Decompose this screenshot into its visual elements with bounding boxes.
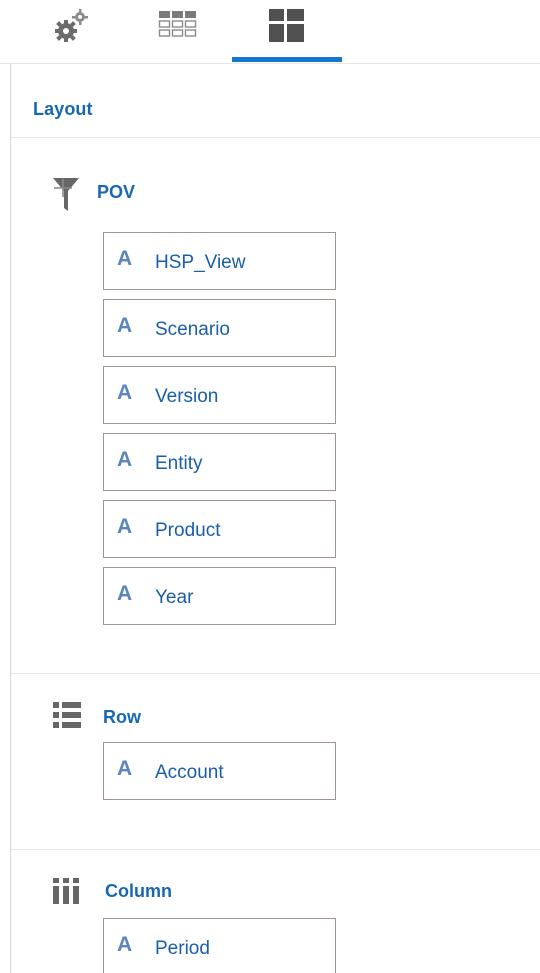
section-header-row: Row xyxy=(53,700,233,730)
dimension-label: Entity xyxy=(155,453,203,474)
selected-tab-indicator xyxy=(232,57,342,62)
dimension-label: Account xyxy=(155,762,224,783)
panel-left-border xyxy=(10,64,11,973)
pov-item-year[interactable]: A Year xyxy=(103,567,336,625)
section-header-column: Column xyxy=(53,874,253,904)
dimension-icon: A xyxy=(117,582,133,605)
column-item-period[interactable]: A Period xyxy=(103,918,336,973)
dimension-icon: A xyxy=(117,314,133,337)
divider xyxy=(11,673,540,674)
layout-panel: Layout POV A HSP_View A Scenario A Versi… xyxy=(0,0,540,973)
grid-icon xyxy=(158,11,197,37)
dimension-icon: A xyxy=(117,247,133,270)
pov-item-entity[interactable]: A Entity xyxy=(103,433,336,491)
pov-item-scenario[interactable]: A Scenario xyxy=(103,299,336,357)
dimension-label: Period xyxy=(155,938,210,959)
list-icon xyxy=(53,702,81,728)
tab-bar xyxy=(0,0,540,64)
dimension-label: Product xyxy=(155,520,221,541)
tab-settings[interactable] xyxy=(8,0,118,64)
tab-grid[interactable] xyxy=(126,0,236,64)
layout-icon xyxy=(269,9,304,42)
tab-layout[interactable] xyxy=(232,0,342,64)
dimension-icon: A xyxy=(117,381,133,404)
columns-icon xyxy=(53,878,79,904)
pov-item-product[interactable]: A Product xyxy=(103,500,336,558)
divider xyxy=(11,137,540,138)
dimension-icon: A xyxy=(117,515,133,538)
dimension-label: Version xyxy=(155,386,219,407)
pov-item-version[interactable]: A Version xyxy=(103,366,336,424)
gears-icon xyxy=(55,9,88,42)
section-label-row: Row xyxy=(103,707,141,727)
page-title: Layout xyxy=(33,99,93,119)
divider xyxy=(11,849,540,850)
dimension-icon: A xyxy=(117,448,133,471)
dimension-icon: A xyxy=(117,757,133,780)
section-header-pov: POV xyxy=(53,176,233,211)
row-item-account[interactable]: A Account xyxy=(103,742,336,800)
dimension-label: HSP_View xyxy=(155,252,246,273)
pov-item-hsp-view[interactable]: A HSP_View xyxy=(103,232,336,290)
section-label-column: Column xyxy=(105,881,172,901)
dimension-label: Year xyxy=(155,587,194,608)
section-label-pov: POV xyxy=(97,182,136,202)
plus-icon[interactable] xyxy=(53,178,73,198)
dimension-label: Scenario xyxy=(155,319,230,340)
dimension-icon: A xyxy=(117,933,133,956)
